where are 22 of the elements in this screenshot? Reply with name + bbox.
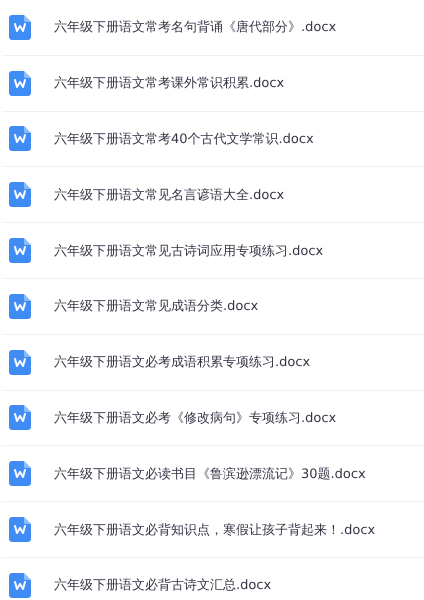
word-document-icon	[9, 14, 31, 40]
word-document-icon	[9, 461, 31, 486]
word-document-icon	[9, 126, 31, 152]
file-name[interactable]: 六年级下册语文必考成语积累专项练习.docx	[54, 353, 310, 372]
file-name[interactable]: 六年级下册语文常考40个古代文学常识.docx	[54, 130, 314, 148]
file-name[interactable]: 六年级下册语文常见名言谚语大全.docx	[54, 186, 284, 204]
word-document-icon	[9, 70, 31, 96]
word-document-icon	[9, 238, 31, 264]
word-document-icon	[9, 182, 31, 208]
file-name[interactable]: 六年级下册语文常考课外常识积累.docx	[54, 74, 284, 92]
word-document-icon	[9, 294, 31, 319]
word-document-icon	[9, 405, 31, 430]
file-name[interactable]: 六年级下册语文常见古诗词应用专项练习.docx	[54, 242, 324, 260]
file-name[interactable]: 六年级下册语文必背古诗文汇总.docx	[54, 576, 272, 594]
word-document-icon	[9, 350, 31, 375]
file-name[interactable]: 六年级下册语文必读书目《鲁滨逊漂流记》30题.docx	[54, 464, 366, 483]
word-document-icon	[9, 517, 31, 542]
word-document-icon	[9, 572, 31, 598]
file-name[interactable]: 六年级下册语文必考《修改病句》专项练习.docx	[54, 408, 336, 427]
file-name[interactable]: 六年级下册语文常见成语分类.docx	[54, 297, 258, 316]
file-name[interactable]: 六年级下册语文必背知识点，寒假让孩子背起来！.docx	[54, 520, 376, 539]
file-name[interactable]: 六年级下册语文常考名句背诵《唐代部分》.docx	[54, 18, 336, 36]
